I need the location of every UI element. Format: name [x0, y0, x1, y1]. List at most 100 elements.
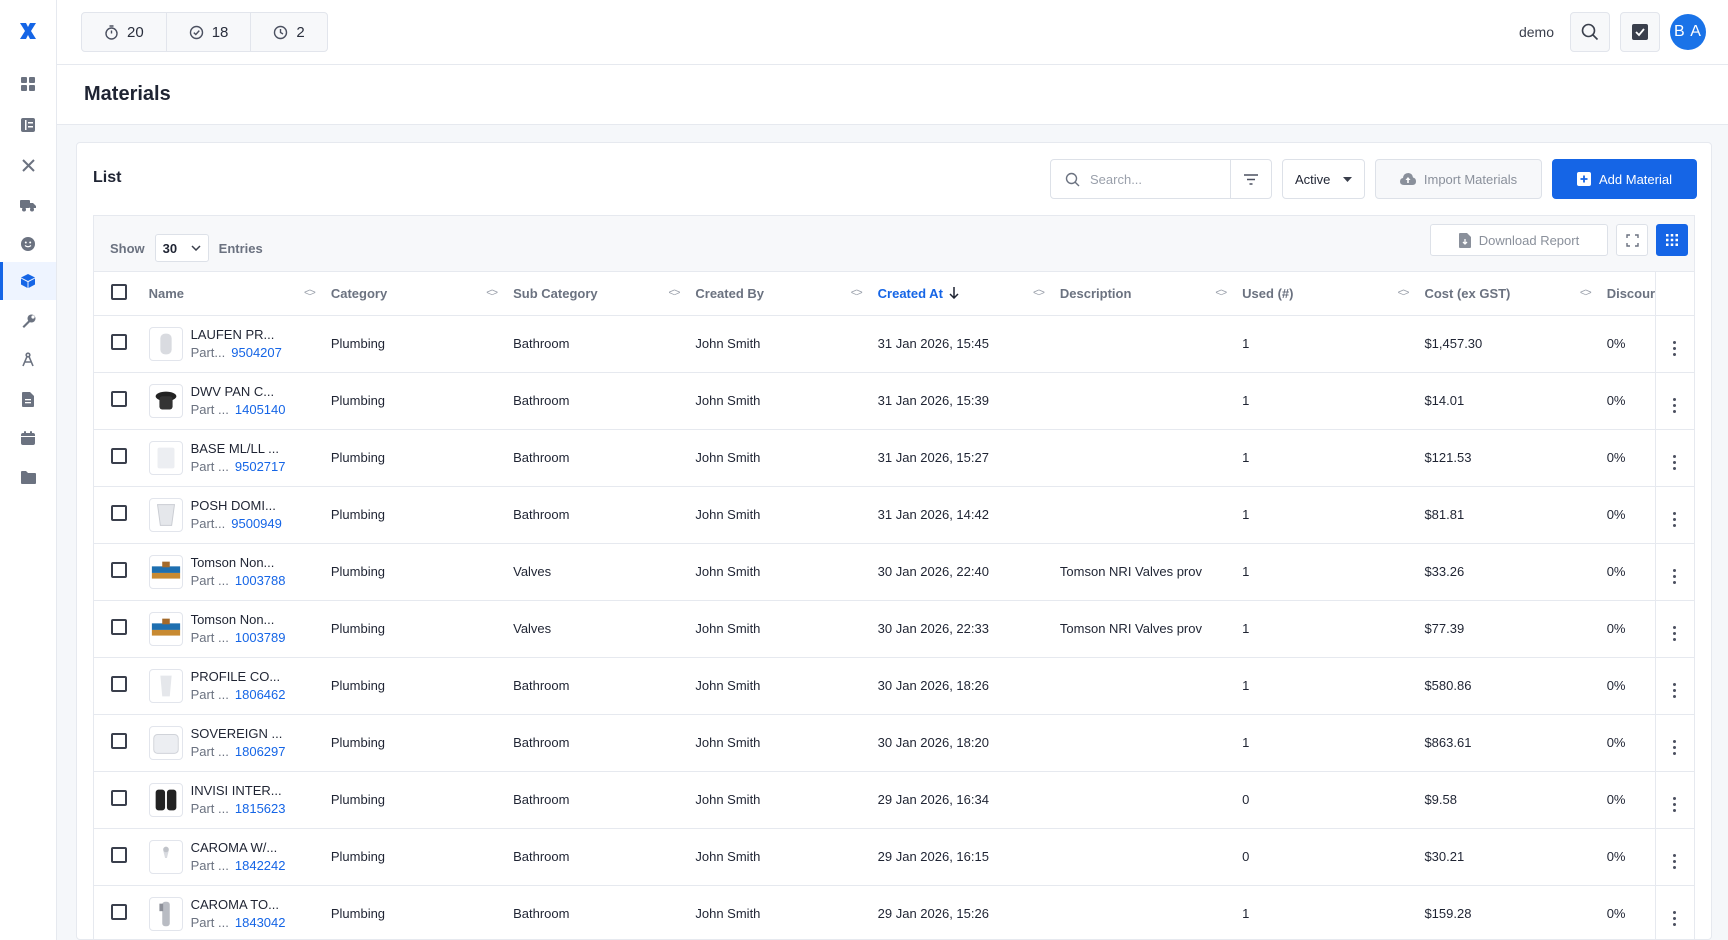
part-number-link[interactable]: 1842242 — [235, 858, 286, 873]
import-materials-button[interactable]: Import Materials — [1375, 159, 1542, 199]
download-report-button[interactable]: Download Report — [1430, 224, 1608, 256]
part-number-link[interactable]: 1815623 — [235, 801, 286, 816]
fullscreen-button[interactable] — [1616, 224, 1648, 256]
column-header-category[interactable]: Category <> — [322, 272, 506, 316]
table-row[interactable]: PROFILE CO... Part ... 1806462 Plumbing Bath… — [94, 657, 1694, 715]
more-vertical-icon[interactable] — [1673, 853, 1677, 869]
more-vertical-icon[interactable] — [1673, 796, 1677, 812]
part-number-link[interactable]: 9502717 — [235, 459, 286, 474]
name-cell[interactable]: CAROMA W/... Part ... 1842242 — [140, 828, 323, 886]
row-checkbox[interactable] — [111, 448, 127, 464]
part-number-link[interactable]: 1806462 — [235, 687, 286, 702]
entries-select[interactable]: 30 — [154, 234, 209, 262]
sidebar-item-list[interactable] — [0, 106, 56, 144]
row-checkbox[interactable] — [111, 733, 127, 749]
row-checkbox[interactable] — [111, 391, 127, 407]
sidebar-item-calendar[interactable] — [0, 419, 56, 457]
part-number-link[interactable]: 1806297 — [235, 744, 286, 759]
part-number-link[interactable]: 1405140 — [235, 402, 286, 417]
more-vertical-icon[interactable] — [1673, 454, 1677, 470]
grid-view-button[interactable] — [1656, 224, 1688, 256]
part-number-link[interactable]: 9504207 — [231, 345, 282, 360]
name-cell[interactable]: CAROMA TO... Part ... 1843042 — [140, 885, 323, 940]
resize-handle-icon[interactable]: <> — [1398, 287, 1410, 299]
part-number-link[interactable]: 9500949 — [231, 516, 282, 531]
more-vertical-icon[interactable] — [1673, 340, 1677, 356]
resize-handle-icon[interactable]: <> — [1215, 287, 1227, 299]
name-cell[interactable]: INVISI INTER... Part ... 1815623 — [140, 771, 323, 829]
table-row[interactable]: POSH DOMI... Part... 9500949 Plumbing Bathro… — [94, 486, 1694, 544]
sidebar-item-truck[interactable] — [0, 186, 56, 224]
row-checkbox[interactable] — [111, 334, 127, 350]
filter-button[interactable] — [1231, 160, 1271, 198]
more-vertical-icon[interactable] — [1673, 625, 1677, 641]
resize-handle-icon[interactable]: <> — [1033, 287, 1045, 299]
table-row[interactable]: DWV PAN C... Part ... 1405140 Plumbing Bathr… — [94, 372, 1694, 430]
row-checkbox[interactable] — [111, 562, 127, 578]
more-vertical-icon[interactable] — [1673, 511, 1677, 527]
global-search-button[interactable] — [1570, 12, 1610, 52]
more-vertical-icon[interactable] — [1673, 397, 1677, 413]
row-checkbox[interactable] — [111, 904, 127, 920]
sidebar-item-materials[interactable] — [0, 262, 56, 300]
sidebar-item-customers[interactable] — [0, 225, 56, 263]
row-checkbox[interactable] — [111, 847, 127, 863]
search-input[interactable] — [1090, 171, 1200, 187]
table-row[interactable]: Tomson Non... Part ... 1003789 Plumbing Valv… — [94, 600, 1694, 658]
column-header-discount[interactable]: Discour — [1598, 272, 1656, 316]
part-number-link[interactable]: 1003789 — [235, 630, 286, 645]
add-material-button[interactable]: Add Material — [1552, 159, 1697, 199]
counter-pending[interactable]: 2 — [251, 13, 326, 51]
select-all-checkbox[interactable] — [111, 283, 127, 300]
resize-handle-icon[interactable]: <> — [851, 287, 863, 299]
resize-handle-icon[interactable]: <> — [669, 287, 681, 299]
table-row[interactable]: Tomson Non... Part ... 1003788 Plumbing Valv… — [94, 543, 1694, 601]
table-row[interactable]: CAROMA TO... Part ... 1843042 Plumbing Bathr… — [94, 885, 1694, 940]
sidebar-item-documents[interactable] — [0, 380, 56, 418]
counter-completed[interactable]: 18 — [167, 13, 252, 51]
column-header-created-by[interactable]: Created By <> — [687, 272, 870, 316]
name-cell[interactable]: Tomson Non... Part ... 1003788 — [140, 543, 323, 601]
more-vertical-icon[interactable] — [1673, 568, 1677, 584]
name-cell[interactable]: DWV PAN C... Part ... 1405140 — [140, 372, 323, 430]
table-row[interactable]: INVISI INTER... Part ... 1815623 Plumbing Ba… — [94, 771, 1694, 829]
column-header-description[interactable]: Description <> — [1051, 272, 1235, 316]
row-checkbox[interactable] — [111, 505, 127, 521]
column-header-used[interactable]: Used (#) <> — [1234, 272, 1417, 316]
name-cell[interactable]: SOVEREIGN ... Part ... 1806297 — [140, 714, 323, 772]
row-checkbox[interactable] — [111, 676, 127, 692]
column-header-created-at[interactable]: Created At <> — [869, 272, 1052, 316]
row-checkbox[interactable] — [111, 619, 127, 635]
sidebar-item-wrench[interactable] — [0, 302, 56, 340]
more-vertical-icon[interactable] — [1673, 682, 1677, 698]
table-row[interactable]: LAUFEN PR... Part... 9504207 Plumbing Bathro… — [94, 315, 1694, 373]
name-cell[interactable]: LAUFEN PR... Part... 9504207 — [140, 315, 323, 373]
name-cell[interactable]: PROFILE CO... Part ... 1806462 — [140, 657, 323, 715]
sidebar-item-folders[interactable] — [0, 458, 56, 496]
resize-handle-icon[interactable]: <> — [486, 287, 498, 299]
app-logo-icon[interactable] — [17, 20, 39, 42]
counter-timers[interactable]: 20 — [82, 13, 167, 51]
name-cell[interactable]: Tomson Non... Part ... 1003789 — [140, 600, 323, 658]
name-cell[interactable]: POSH DOMI... Part... 9500949 — [140, 486, 323, 544]
more-vertical-icon[interactable] — [1673, 739, 1677, 755]
sidebar-item-dashboard[interactable] — [0, 65, 56, 103]
column-header-name[interactable]: Name <> — [140, 272, 323, 316]
more-vertical-icon[interactable] — [1673, 910, 1677, 926]
table-row[interactable]: BASE ML/LL ... Part ... 9502717 Plumbing Bat… — [94, 429, 1694, 487]
table-row[interactable]: SOVEREIGN ... Part ... 1806297 Plumbing Bath… — [94, 714, 1694, 772]
sidebar-item-tools[interactable] — [0, 146, 56, 184]
tasks-button[interactable] — [1620, 12, 1660, 52]
column-header-cost[interactable]: Cost (ex GST) <> — [1416, 272, 1599, 316]
sidebar-item-compass[interactable] — [0, 340, 56, 378]
status-filter-select[interactable]: Active — [1282, 159, 1365, 199]
resize-handle-icon[interactable]: <> — [304, 287, 316, 299]
table-row[interactable]: CAROMA W/... Part ... 1842242 Plumbing Bathr… — [94, 828, 1694, 886]
column-header-sub-category[interactable]: Sub Category <> — [505, 272, 688, 316]
name-cell[interactable]: BASE ML/LL ... Part ... 9502717 — [140, 429, 323, 487]
part-number-link[interactable]: 1843042 — [235, 915, 286, 930]
row-checkbox[interactable] — [111, 790, 127, 806]
avatar[interactable]: B A — [1670, 14, 1706, 50]
resize-handle-icon[interactable]: <> — [1580, 287, 1592, 299]
part-number-link[interactable]: 1003788 — [235, 573, 286, 588]
